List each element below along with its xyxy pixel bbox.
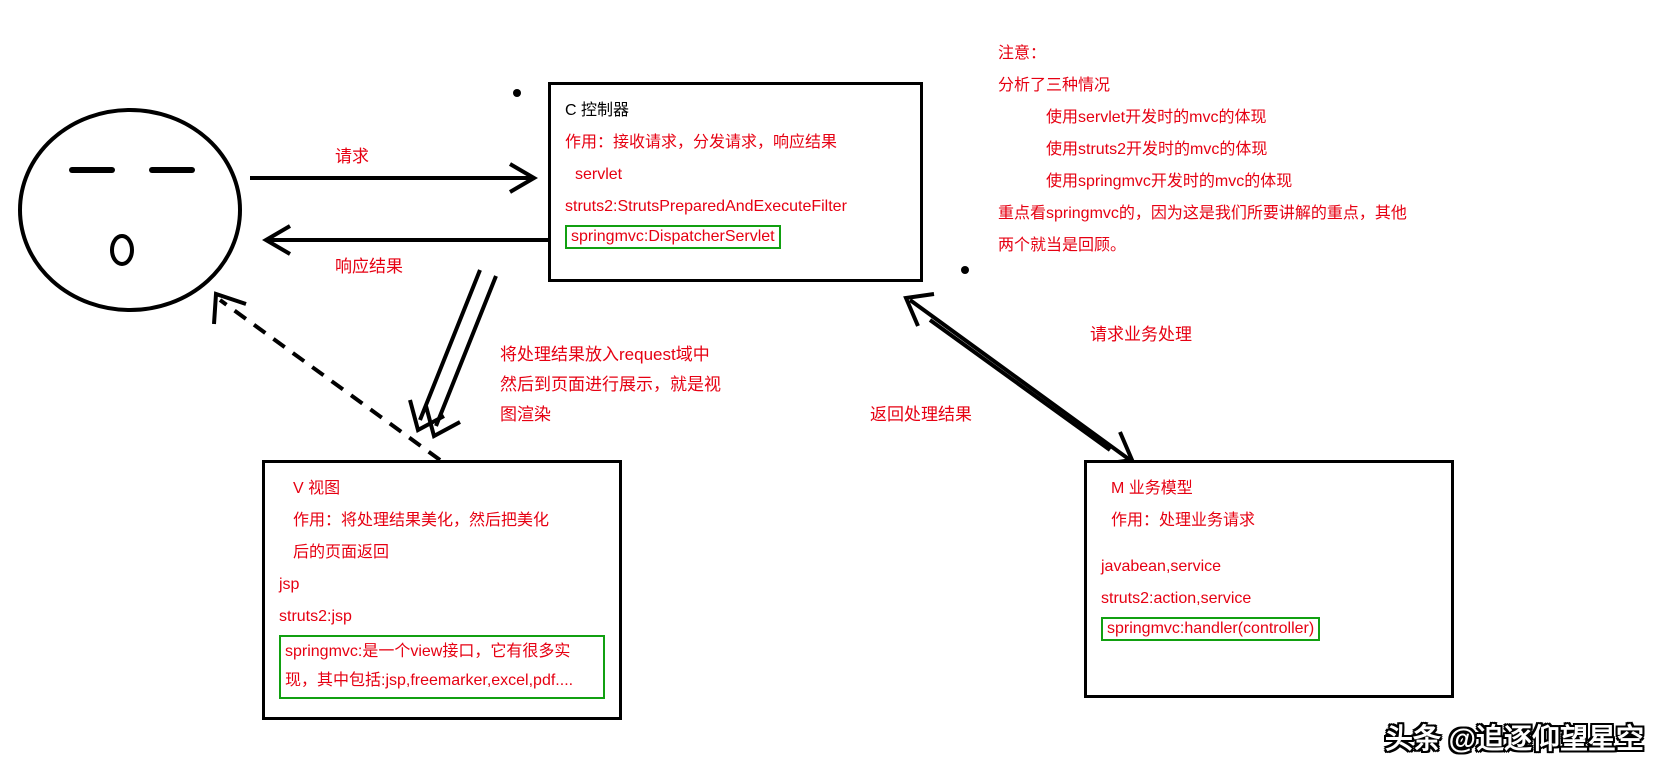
notes-l3: 使用servlet开发时的mvc的体现: [1046, 102, 1478, 134]
controller-struts2: struts2:StrutsPreparedAndExecuteFilter: [565, 191, 906, 223]
label-request: 请求: [335, 142, 369, 167]
notes-l4: 使用struts2开发时的mvc的体现: [1046, 134, 1478, 166]
view-springmvc-highlight: springmvc:是一个view接口，它有很多实 现，其中包括:jsp,fre…: [279, 635, 605, 699]
model-springmvc: springmvc:handler(controller): [1107, 620, 1314, 637]
view-springmvc-1: springmvc:是一个view接口，它有很多实: [285, 638, 599, 667]
view-title: V 视图: [293, 473, 605, 505]
controller-role: 作用：接收请求，分发请求，响应结果: [565, 127, 906, 159]
view-jsp: jsp: [279, 569, 605, 601]
view-role-1: 作用：将处理结果美化，然后把美化: [293, 505, 605, 537]
notes-l1: 注意：: [998, 38, 1478, 70]
model-struts2: struts2:action,service: [1101, 583, 1437, 615]
view-springmvc-2: 现，其中包括:jsp,freemarker,excel,pdf....: [285, 667, 599, 696]
view-struts2: struts2:jsp: [279, 601, 605, 633]
notes-l5: 使用springmvc开发时的mvc的体现: [1046, 166, 1478, 198]
controller-springmvc-highlight: springmvc:DispatcherServlet: [565, 225, 781, 249]
controller-box: C 控制器 作用：接收请求，分发请求，响应结果 servlet struts2:…: [548, 82, 923, 282]
controller-servlet: servlet: [575, 159, 906, 191]
arrow-request-icon: [250, 158, 550, 198]
watermark-text: 头条 @追逐仰望星空: [1385, 717, 1644, 757]
model-role: 作用：处理业务请求: [1111, 505, 1437, 537]
model-springmvc-highlight: springmvc:handler(controller): [1101, 617, 1320, 641]
model-javabean: javabean,service: [1101, 551, 1437, 583]
model-box: M 业务模型 作用：处理业务请求 javabean,service struts…: [1084, 460, 1454, 698]
notes-l7: 两个就当是回顾。: [998, 230, 1478, 262]
notes-block: 注意： 分析了三种情况 使用servlet开发时的mvc的体现 使用struts…: [998, 38, 1478, 262]
label-request-biz: 请求业务处理: [1090, 320, 1192, 345]
notes-l2: 分析了三种情况: [998, 70, 1478, 102]
label-to-view-3: 图渲染: [500, 400, 551, 425]
controller-springmvc: springmvc:DispatcherServlet: [571, 228, 775, 245]
notes-l6: 重点看springmvc的，因为这是我们所要讲解的重点，其他: [998, 198, 1478, 230]
dot-icon: [512, 88, 522, 98]
view-role-2: 后的页面返回: [293, 537, 605, 569]
arrow-view-to-user-icon: [200, 280, 460, 480]
label-to-view-1: 将处理结果放入request域中: [500, 340, 710, 365]
label-return-result: 返回处理结果: [870, 400, 972, 425]
model-title: M 业务模型: [1111, 473, 1437, 505]
label-to-view-2: 然后到页面进行展示，就是视: [500, 370, 721, 395]
controller-title: C 控制器: [565, 95, 906, 127]
arrow-controller-model-icon: [880, 280, 1160, 480]
view-box: V 视图 作用：将处理结果美化，然后把美化 后的页面返回 jsp struts2…: [262, 460, 622, 720]
dot2-icon: [960, 265, 970, 275]
